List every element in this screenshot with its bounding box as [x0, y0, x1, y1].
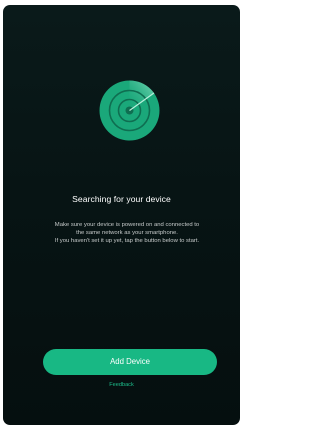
device-search-screen: Searching for your device Make sure your…	[3, 5, 240, 425]
feedback-link[interactable]: Feedback	[3, 382, 240, 388]
instructions-line: Make sure your device is powered on and …	[54, 222, 200, 228]
instructions-text: Make sure your device is powered on and …	[17, 222, 237, 246]
instructions-line: If you haven't set it up yet, tap the bu…	[54, 237, 200, 244]
add-device-button[interactable]: Add Device	[43, 349, 217, 375]
page-title: Searching for your device	[72, 194, 171, 204]
instructions-line: the same network as your smartphone.	[76, 229, 178, 236]
radar-scan-icon	[99, 80, 160, 141]
